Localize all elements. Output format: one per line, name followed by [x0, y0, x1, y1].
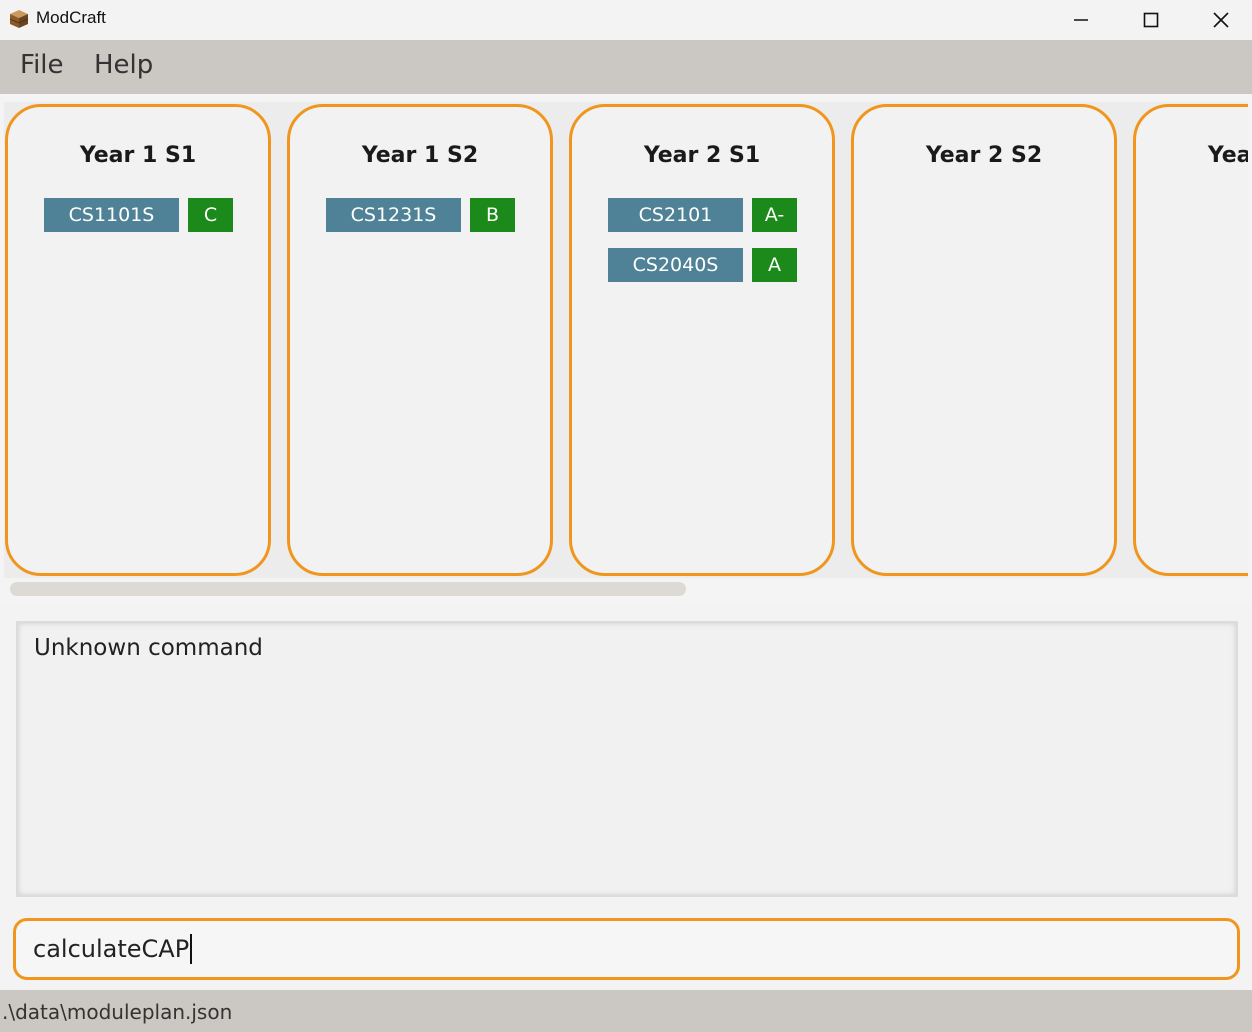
- semester-scroll-area[interactable]: Year 1 S1 CS1101S C Year 1 S2 CS1231S B …: [4, 102, 1248, 578]
- horizontal-scrollbar[interactable]: [10, 582, 1246, 596]
- semester-card: Year 2 S1 CS2101 A- CS2040S A: [569, 104, 835, 576]
- module-row[interactable]: CS1101S C: [44, 198, 244, 232]
- menu-help[interactable]: Help: [94, 50, 153, 80]
- scrollbar-thumb[interactable]: [10, 582, 686, 596]
- module-code-badge: CS1231S: [326, 198, 461, 232]
- module-grade-badge: C: [188, 198, 233, 232]
- module-grade-badge: A-: [752, 198, 797, 232]
- semester-title: Year 3 S1: [1207, 143, 1248, 168]
- semester-title: Year 1 S2: [361, 143, 479, 168]
- semester-card-partial: Year 3 S1: [1133, 104, 1248, 576]
- title-bar: ModCraft: [0, 0, 1252, 40]
- menu-file[interactable]: File: [20, 50, 64, 80]
- module-code-badge: CS2040S: [608, 248, 743, 282]
- status-bar: .\data\moduleplan.json: [0, 990, 1252, 1032]
- command-text: calculateCAP: [33, 934, 193, 964]
- app-crate-icon: [9, 10, 29, 28]
- result-message: Unknown command: [34, 635, 263, 661]
- semester-card: Year 1 S1 CS1101S C: [5, 104, 271, 576]
- close-icon: [1213, 12, 1229, 28]
- menu-bar: [0, 40, 1252, 94]
- close-button[interactable]: [1186, 0, 1252, 40]
- semester-title: Year 2 S1: [643, 143, 761, 168]
- maximize-button[interactable]: [1116, 0, 1186, 40]
- module-grade-badge: A: [752, 248, 797, 282]
- module-grade-badge: B: [470, 198, 515, 232]
- window-title: ModCraft: [36, 8, 106, 27]
- maximize-icon: [1143, 12, 1159, 28]
- module-row[interactable]: CS1231S B: [326, 198, 526, 232]
- semester-title: Year 2 S2: [925, 143, 1043, 168]
- semester-title: Year 1 S1: [79, 143, 197, 168]
- minimize-button[interactable]: [1046, 0, 1116, 40]
- semester-card: Year 2 S2: [851, 104, 1117, 576]
- semester-card: Year 1 S2 CS1231S B: [287, 104, 553, 576]
- save-file-path: .\data\moduleplan.json: [2, 1000, 233, 1024]
- result-display[interactable]: Unknown command: [16, 621, 1238, 897]
- command-input[interactable]: calculateCAP: [13, 918, 1240, 980]
- module-row[interactable]: CS2101 A-: [608, 198, 808, 232]
- module-code-badge: CS2101: [608, 198, 743, 232]
- module-row[interactable]: CS2040S A: [608, 248, 808, 282]
- semester-panel: Year 1 S1 CS1101S C Year 1 S2 CS1231S B …: [0, 94, 1252, 604]
- minimize-icon: [1074, 19, 1088, 21]
- module-code-badge: CS1101S: [44, 198, 179, 232]
